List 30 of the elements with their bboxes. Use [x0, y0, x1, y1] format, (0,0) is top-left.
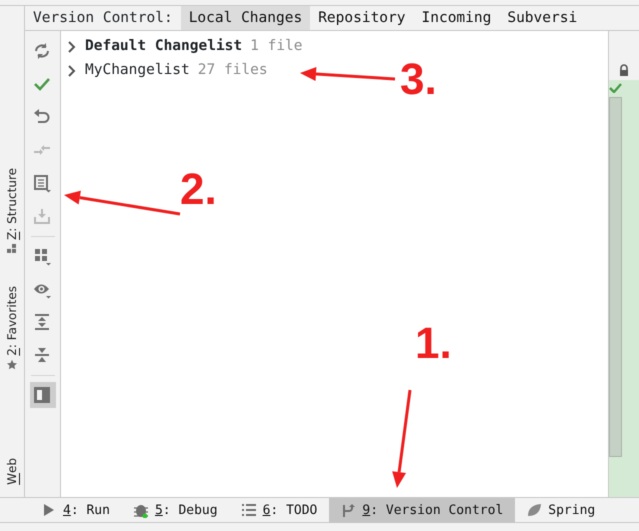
- version-control-tab[interactable]: 9: Version Control: [329, 498, 516, 523]
- leaf-icon: [527, 503, 542, 518]
- tab[interactable]: Incoming: [414, 6, 500, 30]
- lock-icon: [619, 64, 629, 76]
- changelist-name[interactable]: Default Changelist: [85, 36, 242, 58]
- chevron-right-icon[interactable]: [67, 41, 77, 53]
- blocks-icon: [7, 244, 17, 254]
- tab[interactable]: Subversi: [499, 6, 586, 30]
- annotation-number: 1.: [415, 322, 452, 366]
- bug-icon: [134, 503, 149, 518]
- spring-tab[interactable]: Spring: [515, 498, 608, 523]
- annotation-number: 2.: [180, 168, 217, 212]
- list-icon: [242, 503, 257, 518]
- branch-icon: [341, 503, 356, 518]
- web-tab[interactable]: Web: [3, 454, 21, 489]
- file-count: 1 file: [250, 37, 303, 56]
- favorites-tab[interactable]: 2: Favorites: [3, 282, 21, 374]
- file-count: 27 files: [198, 61, 268, 80]
- tab[interactable]: Local Changes: [180, 6, 310, 30]
- chevron-right-icon[interactable]: [67, 65, 77, 77]
- check-icon: [609, 83, 622, 93]
- tab[interactable]: Repository: [310, 6, 414, 30]
- scroll-thumb[interactable]: [609, 97, 622, 457]
- star-icon: [7, 360, 17, 370]
- annotation-number: 3.: [400, 58, 437, 102]
- run-tab[interactable]: 4: Run: [30, 498, 122, 523]
- todo-tab[interactable]: 6: TODO: [230, 498, 330, 523]
- structure-tab[interactable]: Z: Structure: [3, 164, 21, 258]
- tool-window-title: Version Control:: [32, 9, 174, 28]
- changelist-name[interactable]: MyChangelist: [85, 60, 190, 82]
